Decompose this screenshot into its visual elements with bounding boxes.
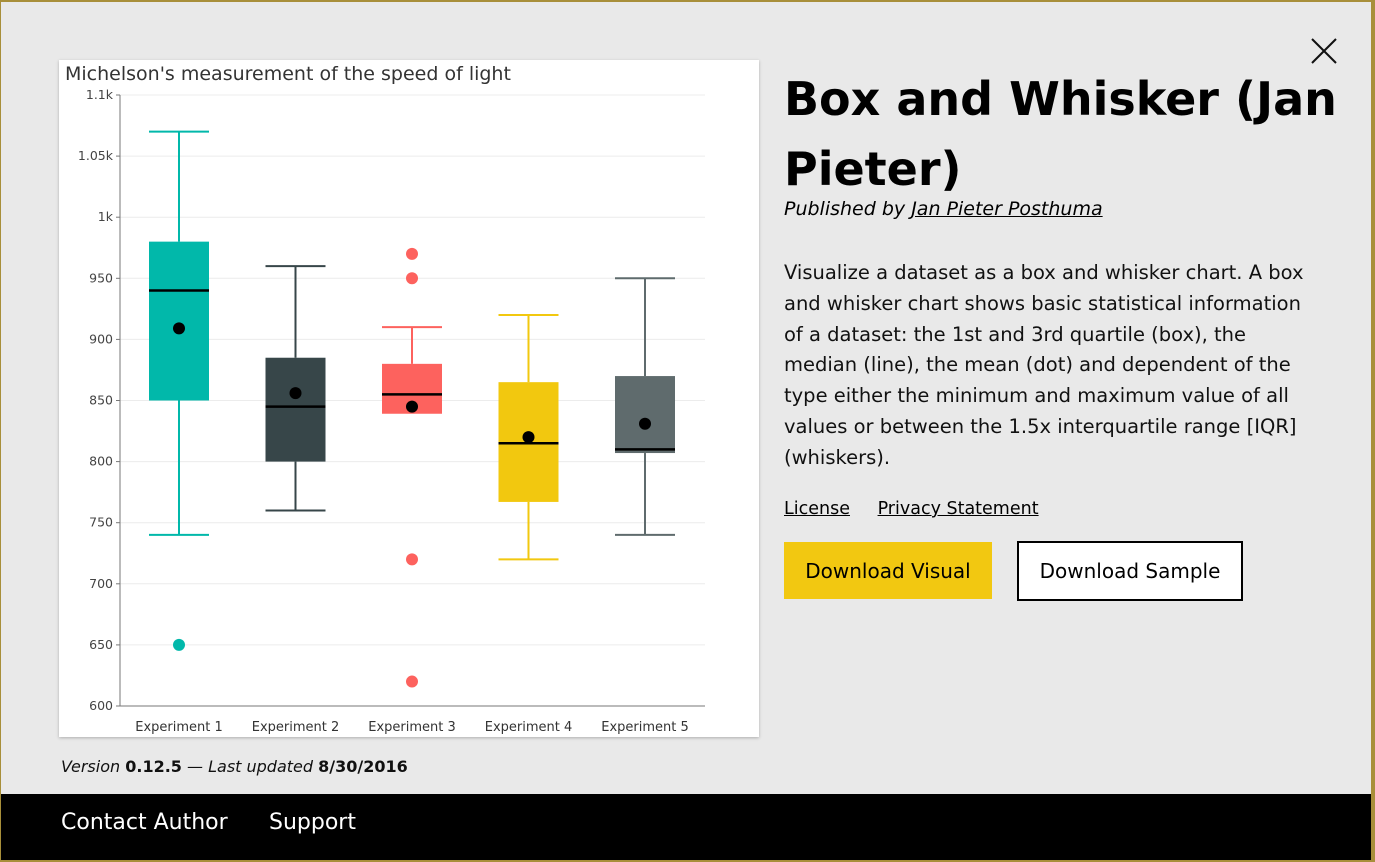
footer-bar: Contact Author Support [1,794,1371,860]
x-tick-label: Experiment 4 [485,720,573,735]
box [615,376,675,454]
outlier-point [173,638,185,651]
y-tick-label: 950 [89,270,113,285]
updated-label: Last updated [208,757,319,776]
privacy-statement-link[interactable]: Privacy Statement [878,499,1039,519]
visual-description: Visualize a dataset as a box and whisker… [784,261,1304,469]
visual-details-dialog: 600 650 700 750 800 850 900 950 1k 1.05k 1.1k Exper… [1,2,1371,860]
chart-title: Michelson's measurement of the speed of … [65,63,511,85]
contact-author-link[interactable]: Contact Author [61,810,228,835]
box-whisker-chart: 600 650 700 750 800 850 900 950 1k 1.05k 1.1k Exper… [78,87,705,735]
download-visual-button[interactable]: Download Visual [784,542,992,599]
y-tick-label: 700 [89,576,113,591]
mean-dot [639,417,651,430]
support-link[interactable]: Support [269,810,356,835]
y-tick-label: 1.1k [86,87,114,102]
mean-dot [289,387,302,400]
updated-value: 8/30/2016 [318,757,408,776]
x-tick-label: Experiment 5 [601,720,689,735]
y-tick-label: 750 [89,515,113,530]
x-tick-label: Experiment 1 [135,720,223,735]
visual-title: Box and Whisker (Jan Pieter) [784,72,1337,196]
publisher-link[interactable]: Jan Pieter Posthuma [911,198,1102,220]
version-label: Version [61,757,126,776]
y-tick-label: 800 [89,454,113,469]
box [149,241,209,401]
y-tick-label: 650 [89,637,113,652]
published-by-label: Published by [784,198,912,220]
version-value: 0.12.5 [125,757,182,776]
outlier-point [406,247,418,260]
y-tick-label: 900 [89,331,113,346]
y-tick-label: 1.05k [78,148,114,163]
version-info: Version 0.12.5 — Last updated 8/30/2016 [61,757,408,776]
publisher-line: Published by Jan Pieter Posthuma [784,198,1103,220]
visual-preview: 600 650 700 750 800 850 900 950 1k 1.05k 1.1k Exper… [59,60,759,737]
close-icon [1311,38,1337,64]
y-tick-label: 1k [98,209,114,224]
outlier-point [406,675,418,688]
version-separator: — [181,757,209,776]
mean-dot [522,431,535,444]
license-link[interactable]: License [784,499,850,519]
download-sample-button[interactable]: Download Sample [1017,541,1243,601]
x-tick-label: Experiment 2 [252,720,340,735]
x-tick-label: Experiment 3 [368,720,456,735]
close-button[interactable] [1307,34,1341,68]
outlier-point [406,553,418,566]
mean-dot [173,322,185,335]
mean-dot [406,400,418,413]
y-tick-label: 600 [89,698,113,713]
y-tick-label: 850 [89,393,113,408]
box [265,357,326,462]
legal-links: License Privacy Statement [784,499,1061,519]
outlier-point [406,272,418,285]
